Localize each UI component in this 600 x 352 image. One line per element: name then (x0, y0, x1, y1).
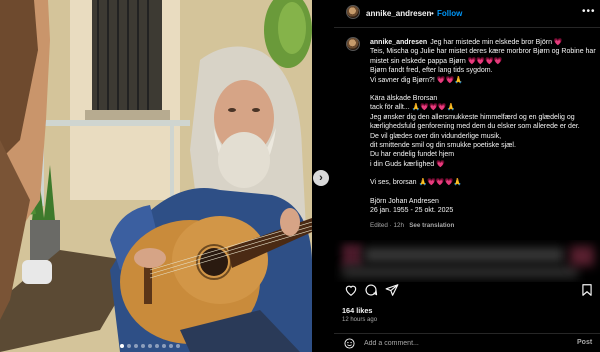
carousel-dot[interactable] (127, 344, 131, 348)
post-caption: annike_andresen Jeg har mistede min elske… (370, 38, 596, 230)
like-count[interactable]: 164 likes (342, 306, 372, 315)
header-username[interactable]: annike_andresen (366, 9, 431, 18)
avatar[interactable] (346, 37, 360, 51)
header-separator: • (431, 9, 434, 18)
letter-line: De vil glædes over din vidunderlige musi… (370, 132, 502, 140)
carousel-dot[interactable] (148, 344, 152, 348)
caption-line: Teis, Mischa og Julie har mistet deres k… (370, 48, 596, 65)
see-translation-link[interactable]: See translation (409, 222, 454, 229)
carousel-indicator (120, 344, 180, 348)
chevron-right-icon: › (319, 172, 323, 184)
more-icon[interactable]: ••• (582, 6, 596, 17)
farewell-line: Vi ses, brorsan 🙏💗💗💗🙏 (370, 179, 463, 187)
emoji-icon[interactable] (344, 338, 355, 349)
caption-line: Bjørn fandt fred, efter lang tids sygdom… (370, 67, 493, 75)
carousel-dot[interactable] (155, 344, 159, 348)
carousel-dot[interactable] (169, 344, 173, 348)
letter-line: Du har endelig fundet hjem (370, 151, 455, 159)
caption-line: Vi savner dig Bjørn?! 💗💗🙏 (370, 76, 463, 84)
share-icon[interactable] (385, 283, 399, 297)
action-bar (334, 280, 600, 304)
letter-line: Kära älskade Brorsan (370, 95, 438, 103)
signature-line: Björn Johan Andresen (370, 197, 439, 205)
blurred-comments (334, 240, 600, 282)
post-header: annike_andresen • Follow ••• (334, 0, 600, 28)
post-comment-button[interactable]: Post (577, 339, 592, 346)
caption-meta: Edited · 12h See translation (370, 221, 596, 230)
carousel-dot[interactable] (120, 344, 124, 348)
letter-line: i din Guds kærlighed 💗 (370, 160, 445, 168)
heart-icon[interactable] (344, 283, 358, 297)
post-photo[interactable] (0, 0, 312, 352)
carousel-dot[interactable] (134, 344, 138, 348)
letter-line: dit smittende smil og din smukke poetisk… (370, 142, 516, 150)
post-timestamp: 12 hours ago (342, 317, 378, 323)
caption-line: Jeg har mistede min elskede bror Björn 💗 (430, 39, 563, 46)
post-side-panel: annike_andresen • Follow ••• annike_andr… (334, 0, 600, 352)
carousel-dot[interactable] (176, 344, 180, 348)
caption-area: annike_andresen Jeg har mistede min elske… (334, 28, 600, 250)
carousel-dot[interactable] (141, 344, 145, 348)
comment-bar: Post (334, 333, 600, 352)
avatar[interactable] (346, 5, 360, 19)
carousel-dot[interactable] (162, 344, 166, 348)
comment-icon[interactable] (364, 283, 378, 297)
signature-line: 26 jan. 1955 - 25 okt. 2025 (370, 207, 454, 215)
bookmark-icon[interactable] (580, 283, 594, 297)
edited-label: Edited · 12h (370, 221, 404, 229)
next-image-button[interactable]: › (313, 170, 329, 186)
comment-input[interactable] (364, 338, 564, 349)
follow-button[interactable]: Follow (437, 9, 462, 18)
letter-line: Jeg ønsker dig den allersmukkeste himmel… (370, 113, 580, 131)
caption-username[interactable]: annike_andresen (370, 39, 427, 46)
photo-scene (0, 0, 312, 352)
letter-line: tack för allt... 🙏💗💗💗🙏 (370, 104, 456, 112)
